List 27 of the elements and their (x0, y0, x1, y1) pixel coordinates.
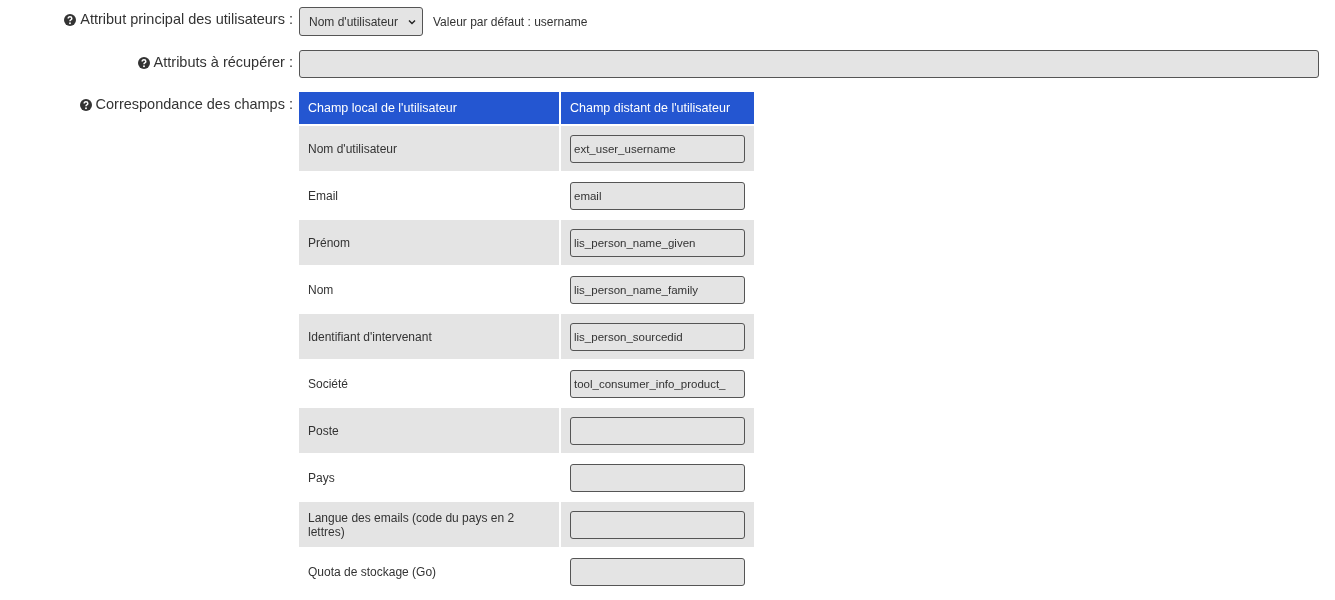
input-field[interactable] (570, 557, 745, 586)
input-field[interactable] (570, 416, 745, 445)
input-field[interactable]: lis_person_name_family (570, 275, 745, 304)
column-header: Champ distant de l'utilisateur (560, 92, 754, 125)
input-field[interactable]: tool_consumer_info_product_ (570, 369, 745, 398)
input-field[interactable] (570, 463, 745, 492)
input-field[interactable]: email (570, 181, 745, 210)
field-label: Attributs à récupérer : (153, 54, 293, 70)
table-cell: Identifiant d'intervenant (299, 313, 560, 360)
help-icon[interactable] (79, 99, 92, 111)
field-label: Attribut principal des utilisateurs : (80, 11, 293, 27)
input-field[interactable] (570, 510, 745, 539)
default-value-hint: Valeur par défaut : username (433, 14, 588, 29)
attributes-input[interactable] (299, 50, 1319, 78)
field-label: Correspondance des champs : (95, 96, 293, 112)
table-cell: Langue des emails (code du pays en 2 lettres) (299, 501, 560, 548)
table-cell: Poste (299, 407, 560, 454)
table-cell: Nom d'utilisateur (299, 125, 560, 172)
input-field[interactable]: ext_user_username (570, 134, 745, 163)
input-field[interactable]: lis_person_name_given (570, 228, 745, 257)
caret-icon (408, 18, 416, 25)
table-cell: Prénom (299, 219, 560, 266)
help-icon[interactable] (64, 14, 77, 26)
help-icon[interactable] (137, 57, 150, 69)
input-field[interactable]: lis_person_sourcedid (570, 322, 745, 351)
user-attribute-dropdown[interactable]: Nom d'utilisateur (299, 7, 423, 36)
column-header: Champ local de l'utilisateur (299, 92, 560, 125)
